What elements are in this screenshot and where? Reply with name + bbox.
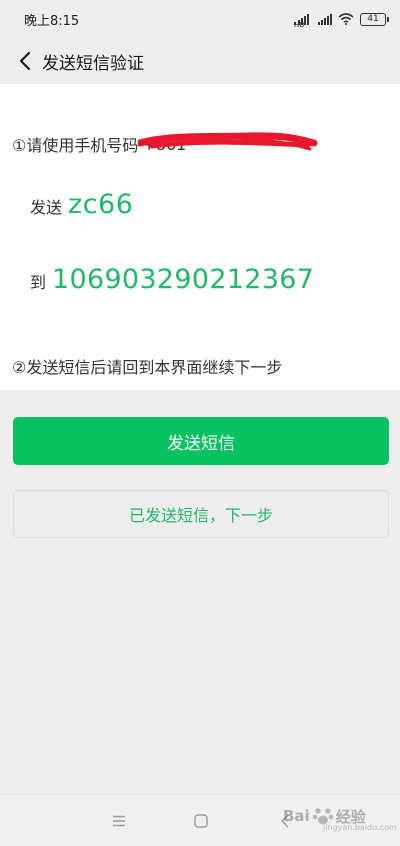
menu-icon (113, 815, 125, 827)
wifi-icon (338, 13, 354, 25)
instructions-panel: ①请使用手机号码 +861 发送 zc66 到 106903290212367 … (0, 84, 400, 390)
sms-code: zc66 (68, 189, 134, 220)
watermark-text: Bai (283, 807, 310, 825)
nav-bar: 发送短信验证 (0, 38, 400, 84)
signal-icon: HD (294, 13, 312, 28)
sent-next-button[interactable]: 已发送短信，下一步 (13, 490, 389, 538)
status-time: 晚上8:15 (24, 13, 80, 29)
to-label: 到 (30, 273, 47, 292)
step2-instruction: ②发送短信后请回到本界面继续下一步 (12, 358, 283, 377)
screen: 晚上8:15 HD 41 发送短信验证 ①请使用手机号码 +861 发送 zc6… (0, 0, 400, 846)
page-title: 发送短信验证 (42, 53, 144, 74)
status-bar: 晚上8:15 HD 41 (0, 0, 400, 38)
send-sms-button[interactable]: 发送短信 (13, 417, 389, 465)
step1-instruction: ①请使用手机号码 +861 (12, 131, 318, 156)
menu-button[interactable] (107, 809, 131, 833)
signal-icon (318, 13, 332, 25)
baidu-jingyan-watermark: Bai 经验 jingyan.baidu.com (283, 796, 397, 836)
status-icons: HD 41 (294, 12, 389, 28)
chevron-left-icon (19, 51, 31, 71)
send-label: 发送 (30, 198, 63, 217)
redaction-scribble (138, 131, 318, 150)
phone-number: +861 (138, 131, 318, 154)
step1-text: ①请使用手机号码 (12, 136, 139, 155)
back-button[interactable] (12, 41, 38, 81)
battery-icon: 41 (360, 12, 389, 26)
home-button[interactable] (189, 809, 213, 833)
watermark-url: jingyan.baidu.com (323, 823, 397, 832)
battery-level: 41 (367, 13, 379, 24)
send-to-line: 到 106903290212367 (30, 264, 314, 295)
target-number: 106903290212367 (52, 264, 315, 295)
send-code-line: 发送 zc66 (30, 189, 133, 220)
home-icon (194, 814, 208, 828)
